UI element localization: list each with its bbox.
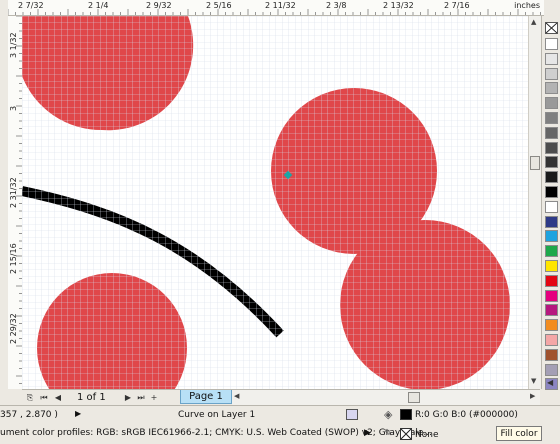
add-page-before-icon[interactable]: ⎘ <box>24 392 36 403</box>
ruler-label: 2 7/32 <box>18 1 44 10</box>
first-page-button[interactable]: ⏮ <box>38 392 50 403</box>
ruler-label: 2 9/32 <box>146 1 172 10</box>
no-fill-swatch[interactable] <box>545 22 558 34</box>
palette-swatch[interactable] <box>545 97 558 110</box>
x-icon <box>400 428 412 440</box>
outline-value: None <box>415 430 439 440</box>
palette-swatch[interactable] <box>545 171 558 184</box>
ruler-label: 2 31/32 <box>9 177 18 208</box>
palette-swatch[interactable] <box>545 289 558 302</box>
palette-swatch[interactable] <box>545 304 558 317</box>
page-tab[interactable]: Page 1 <box>180 390 232 404</box>
palette-swatch[interactable] <box>545 274 558 287</box>
next-page-button[interactable]: ▶ <box>122 392 134 403</box>
palette-swatch[interactable] <box>545 319 558 332</box>
canvas-svg[interactable] <box>22 16 528 389</box>
palette-swatch[interactable] <box>545 82 558 95</box>
palette-swatch[interactable] <box>545 112 558 124</box>
fill-color-value: R:0 G:0 B:0 (#000000) <box>415 410 518 420</box>
ruler-label: 2 13/32 <box>383 1 414 10</box>
page-navigator: ⎘ ⏮ ◀ 1 of 1 ▶ ⏭ + Page 1 <box>22 389 232 406</box>
vertical-ruler[interactable]: 3 1/32 3 2 31/32 2 15/16 2 29/32 <box>8 16 23 389</box>
status-expand-arrow-icon[interactable]: ▶ <box>75 409 81 418</box>
palette-swatch[interactable] <box>545 38 558 50</box>
ruler-label: 2 1/4 <box>88 1 109 10</box>
fill-color-swatch[interactable] <box>400 409 412 420</box>
palette-swatch[interactable] <box>545 156 558 169</box>
palette-swatch[interactable] <box>545 260 558 272</box>
cursor-coordinates: 357 , 2.870 ) <box>0 410 58 420</box>
palette-swatch[interactable] <box>545 215 558 228</box>
horizontal-scrollbar[interactable]: ◀ ▶ <box>232 389 540 406</box>
last-page-button[interactable]: ⏭ <box>135 392 147 403</box>
ruler-label: 2 15/16 <box>9 243 18 274</box>
scroll-left-arrow-icon[interactable]: ◀ <box>234 392 239 400</box>
palette-swatch[interactable] <box>545 334 558 346</box>
ruler-label: 3 <box>9 105 18 111</box>
palette-swatch[interactable] <box>545 230 558 243</box>
ruler-label: 2 3/8 <box>326 1 347 10</box>
ruler-label: 2 5/16 <box>206 1 232 10</box>
horizontal-scroll-thumb[interactable] <box>408 392 420 403</box>
left-edge-panel <box>0 0 8 405</box>
page-count: 1 of 1 <box>77 392 106 403</box>
arrow-icon: ▶ <box>364 428 371 438</box>
vertical-scrollbar[interactable]: ▲ ▼ <box>528 16 541 389</box>
add-page-button[interactable]: + <box>148 392 160 403</box>
x-icon <box>545 22 558 34</box>
ruler-label: 2 29/32 <box>9 313 18 344</box>
palette-scroll-arrow-icon[interactable]: ◀ <box>547 378 553 387</box>
palette-swatch[interactable] <box>545 186 558 198</box>
palette-swatch[interactable] <box>545 52 558 65</box>
scroll-right-arrow-icon[interactable]: ▶ <box>530 392 535 400</box>
palette-swatch[interactable] <box>545 363 558 376</box>
vertical-scroll-thumb[interactable] <box>530 156 540 170</box>
palette-swatch[interactable] <box>545 200 558 213</box>
color-proof-icon[interactable] <box>346 409 358 420</box>
object-info: Curve on Layer 1 <box>178 410 256 420</box>
palette-swatch[interactable] <box>545 126 558 139</box>
scroll-up-arrow-icon[interactable]: ▲ <box>531 18 536 26</box>
ruler-label: 2 7/16 <box>444 1 470 10</box>
fill-color-tooltip: Fill color <box>496 426 542 441</box>
ruler-units: inches <box>514 1 540 10</box>
scroll-down-arrow-icon[interactable]: ▼ <box>531 377 536 385</box>
horizontal-ruler[interactable]: 2 7/32 2 1/4 2 9/32 2 5/16 2 11/32 2 3/8… <box>8 0 544 16</box>
outline-pen-icon[interactable]: ✎ <box>384 428 392 439</box>
color-palette[interactable]: ◀ <box>541 16 560 391</box>
outline-swatch[interactable] <box>400 428 412 440</box>
drawing-canvas[interactable] <box>22 16 528 389</box>
pixel-grid <box>22 16 528 389</box>
palette-swatch[interactable] <box>545 67 558 80</box>
palette-swatch[interactable] <box>545 141 558 154</box>
previous-page-button[interactable]: ◀ <box>52 392 64 403</box>
status-bar: 357 , 2.870 ) ▶ Curve on Layer 1 ument c… <box>0 405 560 444</box>
fill-bucket-icon[interactable]: ◈ <box>384 408 392 421</box>
ruler-label: 2 11/32 <box>265 1 296 10</box>
palette-swatch[interactable] <box>545 348 558 361</box>
palette-swatch[interactable] <box>545 245 558 258</box>
ruler-label: 3 1/32 <box>9 32 18 58</box>
